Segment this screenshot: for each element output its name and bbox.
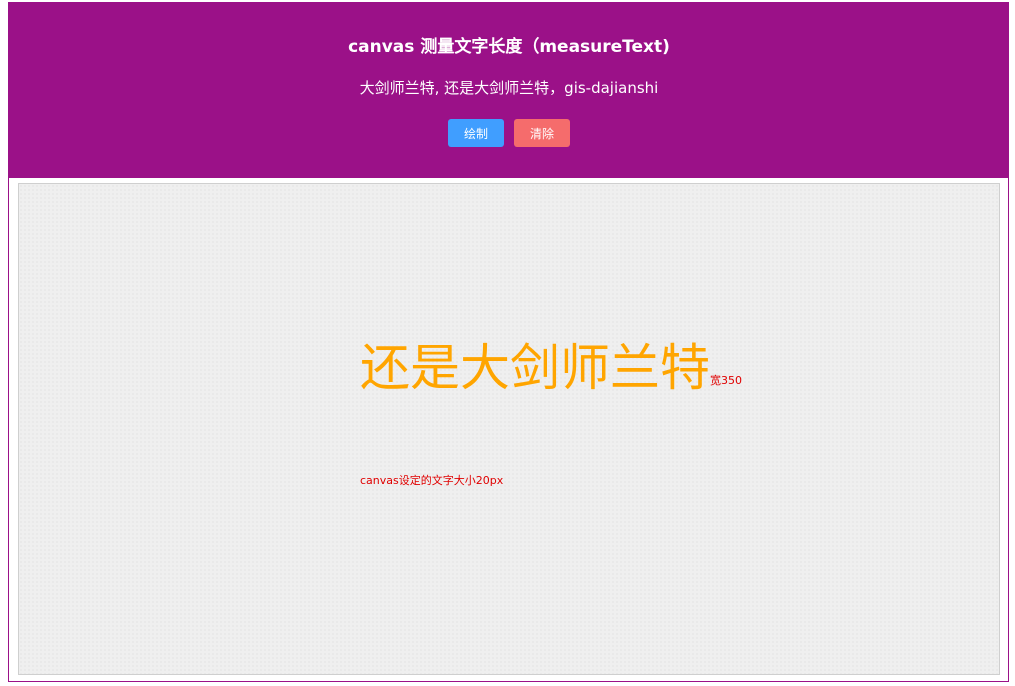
clear-button[interactable]: 清除: [514, 119, 570, 147]
measured-text: 还是大剑师兰特: [360, 339, 710, 397]
width-label: 宽350: [710, 374, 742, 387]
draw-button[interactable]: 绘制: [448, 119, 504, 147]
drawing-canvas[interactable]: 还是大剑师兰特 宽350 canvas设定的文字大小20px: [18, 183, 1000, 675]
font-size-note: canvas设定的文字大小20px: [360, 474, 504, 487]
page-title: canvas 测量文字长度（measureText): [348, 37, 670, 57]
header-banner: canvas 测量文字长度（measureText) 大剑师兰特, 还是大剑师兰…: [9, 3, 1009, 178]
page-subtitle: 大剑师兰特, 还是大剑师兰特，gis-dajianshi: [359, 79, 659, 97]
page-frame: canvas 测量文字长度（measureText) 大剑师兰特, 还是大剑师兰…: [8, 2, 1009, 682]
button-row: 绘制 清除: [9, 119, 1009, 147]
